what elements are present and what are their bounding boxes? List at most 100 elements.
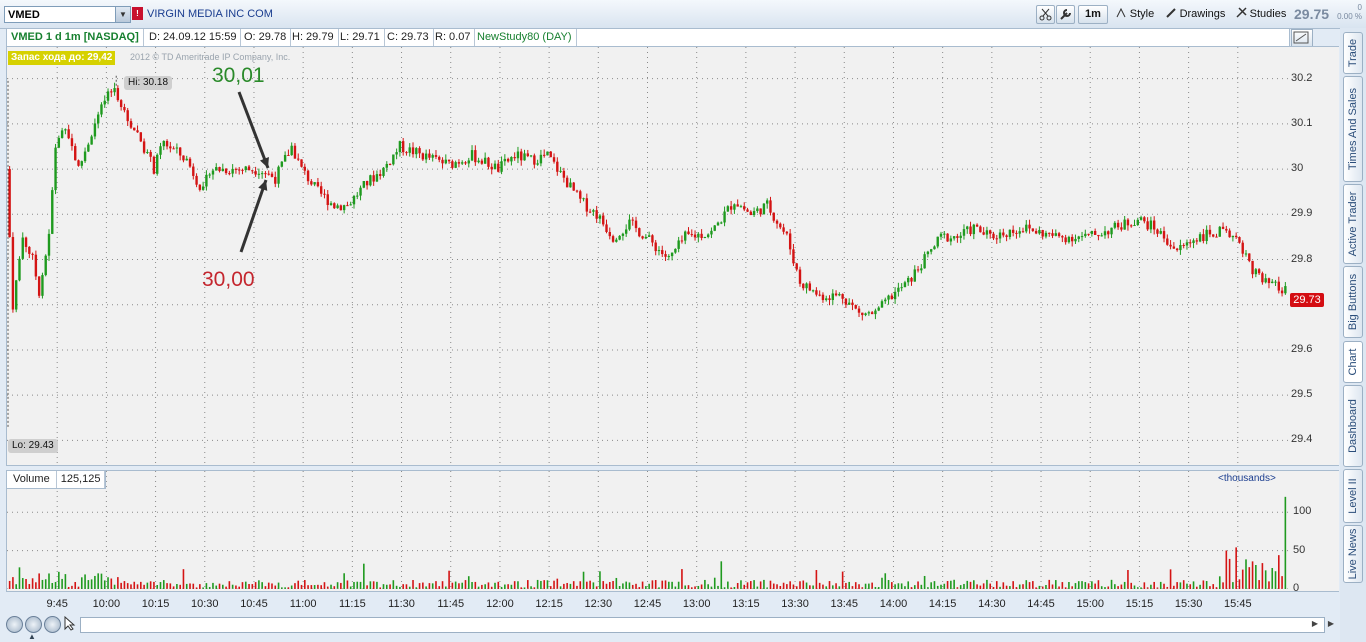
candle-body (103, 100, 106, 105)
annotation-arrow-up (239, 179, 268, 253)
volume-bar (733, 586, 736, 589)
volume-bar (323, 582, 326, 589)
volume-bar (802, 580, 805, 589)
volume-bar (513, 581, 516, 589)
candle-body (697, 233, 700, 238)
cursor-tool-button[interactable] (62, 615, 77, 631)
pointer-icon (64, 615, 76, 631)
candle-body (585, 198, 589, 212)
side-tab-chart[interactable]: Chart (1343, 341, 1363, 383)
study-label[interactable]: NewStudy80 (DAY) (473, 29, 577, 46)
crosshair-tool-button[interactable] (1036, 5, 1055, 24)
candle-body (1130, 225, 1133, 227)
volume-bar (1054, 580, 1057, 589)
candle-body (608, 232, 611, 237)
side-tab-trade[interactable]: Trade (1343, 32, 1363, 74)
candle-body (497, 163, 500, 172)
candle-body (1100, 235, 1103, 237)
candle-body (1038, 230, 1041, 234)
candle-body (1231, 235, 1235, 238)
candle-body (736, 204, 739, 207)
candle-body (1126, 219, 1130, 226)
volume-bar (382, 584, 385, 589)
candle-body (900, 287, 903, 289)
candle-body (205, 174, 208, 187)
volume-bar (54, 581, 57, 589)
volume-bar (959, 585, 962, 589)
candle-body (221, 168, 225, 172)
volume-y-axis[interactable] (1289, 470, 1339, 592)
candle-body (329, 203, 333, 205)
symbol-selector[interactable]: ▼ (4, 6, 131, 23)
copyright-text: 2012 © TD Ameritrade IP Company, Inc. (130, 52, 291, 62)
scroll-end-button[interactable]: ▶ (1324, 617, 1338, 631)
volume-bar (900, 583, 903, 589)
candle-body (287, 154, 290, 156)
volume-bar (720, 561, 723, 589)
candle-body (966, 226, 969, 230)
side-tab-live-news[interactable]: Live News (1343, 525, 1363, 583)
candle-body (424, 153, 428, 160)
style-button[interactable]: Style (1110, 5, 1160, 24)
drawings-button[interactable]: Drawings (1161, 5, 1230, 24)
price-chart-svg (7, 47, 1289, 463)
candle-body (1248, 253, 1251, 261)
volume-bar (1127, 570, 1129, 589)
volume-value: 125,125 (57, 471, 106, 488)
volume-bar (943, 583, 946, 589)
studies-button[interactable]: Studies (1231, 5, 1291, 24)
volume-bar (438, 586, 441, 589)
volume-bar (1091, 581, 1093, 589)
candle-body (405, 152, 408, 154)
candle-body (96, 114, 100, 124)
candle-body (267, 173, 270, 175)
zoom-in-button[interactable] (25, 616, 42, 633)
settings-tool-button[interactable] (1056, 5, 1075, 24)
volume-bar (1274, 571, 1277, 589)
candle-body (428, 153, 431, 158)
volume-bar (769, 580, 772, 589)
expand-up-icon[interactable]: ▲ (28, 632, 40, 642)
volume-bar (779, 585, 782, 589)
side-tab-level-ii[interactable]: Level II (1343, 469, 1363, 523)
scroll-right-button[interactable]: ▶ (1308, 617, 1322, 631)
pan-tool-button[interactable] (6, 616, 23, 633)
candle-body (844, 298, 848, 305)
candle-body (1215, 236, 1218, 238)
candle-body (119, 100, 123, 108)
candle-body (477, 160, 480, 163)
volume-bar (222, 584, 224, 589)
volume-bar (28, 584, 31, 589)
volume-bar (379, 587, 382, 589)
candle-body (188, 158, 192, 167)
price-tick-label: 30.2 (1291, 71, 1313, 84)
candle-body (749, 211, 753, 216)
side-tab-dashboard[interactable]: Dashboard (1343, 385, 1363, 467)
candle-body (290, 145, 293, 156)
time-tick-label: 15:45 (1224, 598, 1252, 610)
candle-body (254, 171, 257, 175)
horizontal-scrollbar[interactable] (80, 617, 1325, 633)
symbol-dropdown-button[interactable]: ▼ (115, 7, 130, 22)
volume-bar (336, 582, 339, 589)
volume-bar (1271, 568, 1274, 589)
side-tab-times-and-sales[interactable]: Times And Sales (1343, 76, 1363, 182)
volume-bar (58, 571, 60, 589)
aggregation-button[interactable]: 1m (1078, 5, 1108, 24)
volume-bar (1018, 584, 1021, 589)
zoom-out-button[interactable] (44, 616, 61, 633)
volume-bar (622, 583, 624, 589)
side-tab-active-trader[interactable]: Active Trader (1343, 184, 1363, 264)
side-tab-big-buttons[interactable]: Big Buttons (1343, 266, 1363, 338)
candle-body (1087, 233, 1090, 235)
volume-bar (349, 586, 352, 589)
time-tick-label: 14:45 (1027, 598, 1055, 610)
candle-body (1152, 220, 1156, 230)
candle-body (398, 141, 402, 153)
symbol-input[interactable] (8, 7, 108, 22)
alert-flag-icon[interactable]: ! (132, 7, 143, 20)
volume-bar (212, 582, 214, 589)
candle-body (546, 151, 549, 156)
volume-bar (431, 583, 434, 589)
candle-body (1028, 224, 1031, 229)
